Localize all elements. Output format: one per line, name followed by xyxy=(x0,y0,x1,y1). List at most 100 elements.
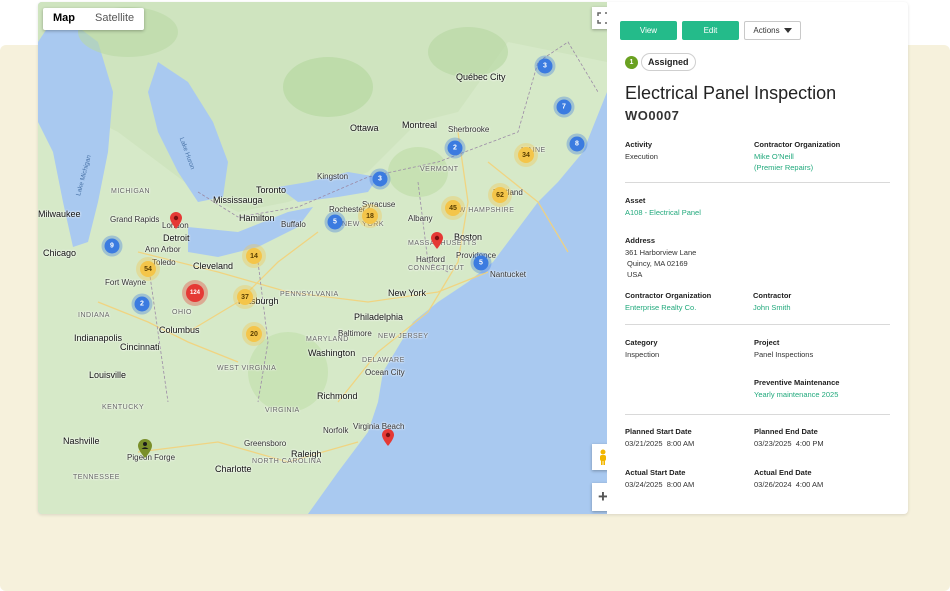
category-label: Category xyxy=(625,338,658,347)
map-label-ann-arbor: Ann Arbor xyxy=(145,245,181,254)
map-cluster[interactable]: 5 xyxy=(327,214,343,230)
map-label-connecticut: CONNECTICUT xyxy=(408,265,465,272)
actions-label: Actions xyxy=(753,26,780,35)
map-cluster[interactable]: 9 xyxy=(104,238,120,254)
activity-value: Execution xyxy=(625,152,658,161)
map-label-nashville: Nashville xyxy=(63,436,100,446)
map-label-new-jersey: NEW JERSEY xyxy=(378,333,429,340)
map-cluster[interactable]: 3 xyxy=(537,58,553,74)
map-cluster[interactable]: 8 xyxy=(569,136,585,152)
map-label-washington: Washington xyxy=(308,348,356,358)
map-cluster[interactable]: 2 xyxy=(134,296,150,312)
contractor-org-label: Contractor Organization xyxy=(625,291,712,300)
fullscreen-button[interactable] xyxy=(592,7,607,29)
map-label-new-york-state: NEW YORK xyxy=(342,221,384,228)
preventive-maintenance-link[interactable]: Yearly maintenance 2025 xyxy=(754,389,839,400)
work-order-details-panel: View Edit Actions 1 Assigned Electrical … xyxy=(607,2,908,514)
map-type-satellite[interactable]: Satellite xyxy=(85,8,144,30)
map-cluster[interactable]: 62 xyxy=(492,187,508,203)
map-label-virginia: VIRGINIA xyxy=(265,407,300,414)
contractor-link[interactable]: John Smith xyxy=(753,302,791,313)
street-view-button[interactable] xyxy=(592,444,607,470)
map-label-vermont: VERMONT xyxy=(420,166,459,173)
map-label-buffalo: Buffalo xyxy=(281,220,306,229)
address-field: Address 361 Harborview Lane Quincy, MA 0… xyxy=(625,235,696,280)
pegman-icon xyxy=(600,449,606,465)
map-cluster[interactable]: 14 xyxy=(246,248,262,264)
map-pin-icon[interactable] xyxy=(382,429,394,446)
map-label-delaware: DELAWARE xyxy=(362,357,405,364)
map-label-hamilton: Hamilton xyxy=(239,213,275,223)
contractor-org-top-company[interactable]: (Premier Repairs) xyxy=(754,162,840,173)
preventive-maintenance-field: Preventive Maintenance Yearly maintenanc… xyxy=(754,377,839,400)
divider xyxy=(625,324,890,325)
map-cluster[interactable]: 2 xyxy=(447,140,463,156)
map-pin-icon[interactable] xyxy=(170,212,182,229)
map-label-mississauga: Mississauga xyxy=(213,195,263,205)
map-label-nantucket: Nantucket xyxy=(490,270,527,279)
map-cluster[interactable]: 45 xyxy=(445,200,461,216)
contractor-org-top-link[interactable]: Mike O'Neill xyxy=(754,151,840,162)
map-label-albany: Albany xyxy=(408,214,433,223)
actual-start-field: Actual Start Date 03/24/2025 8:00 AM xyxy=(625,467,694,490)
view-button[interactable]: View xyxy=(620,21,677,40)
work-order-title: Electrical Panel Inspection xyxy=(625,83,837,103)
asset-field: Asset A108 - Electrical Panel xyxy=(625,195,701,218)
map-label-north-carolina: NORTH CAROLINA xyxy=(252,458,322,465)
map-pin-icon[interactable] xyxy=(431,232,443,249)
address-label: Address xyxy=(625,236,656,245)
planned-start-value: 03/21/2025 8:00 AM xyxy=(625,439,695,448)
map-cluster[interactable]: 54 xyxy=(140,261,156,277)
details-toolbar: View Edit Actions xyxy=(620,21,801,40)
map-label-new-york: New York xyxy=(388,288,427,298)
map-label-virginia-beach: Virginia Beach xyxy=(353,422,405,431)
activity-label: Activity xyxy=(625,140,653,149)
planned-end-field: Planned End Date 03/23/2025 4:00 PM xyxy=(754,426,824,449)
map-label-milwaukee: Milwaukee xyxy=(38,209,81,219)
map-label-montreal: Montreal xyxy=(402,120,438,130)
person-pin-icon[interactable] xyxy=(138,439,152,458)
map-label-maryland: MARYLAND xyxy=(306,336,349,343)
project-field: Project Panel Inspections xyxy=(754,337,813,360)
contractor-label: Contractor xyxy=(753,291,792,300)
map-label-cincinnati: Cincinnati xyxy=(120,342,160,352)
planned-start-label: Planned Start Date xyxy=(625,427,692,436)
asset-link[interactable]: A108 - Electrical Panel xyxy=(625,207,701,218)
map-cluster[interactable]: 3 xyxy=(372,171,388,187)
map-cluster[interactable]: 37 xyxy=(237,289,253,305)
contractor-org-link[interactable]: Enterprise Realty Co. xyxy=(625,302,711,313)
map-cluster[interactable]: 18 xyxy=(362,208,378,224)
map-type-toggle: Map Satellite xyxy=(43,8,145,30)
map-base-layer xyxy=(38,2,607,514)
activity-field: Activity Execution xyxy=(625,139,658,162)
map-label-indianapolis: Indianapolis xyxy=(74,333,123,343)
edit-button[interactable]: Edit xyxy=(682,21,739,40)
contractor-org-top-label: Contractor Organization xyxy=(754,140,841,149)
map-label-indiana: INDIANA xyxy=(78,312,110,319)
map-cluster[interactable]: 20 xyxy=(246,326,262,342)
map-label-detroit: Detroit xyxy=(163,233,190,243)
divider xyxy=(625,182,890,183)
map-label-west-virginia: WEST VIRGINIA xyxy=(217,365,277,372)
preventive-maintenance-label: Preventive Maintenance xyxy=(754,378,840,387)
map-cluster[interactable]: 124 xyxy=(186,284,204,302)
fullscreen-icon xyxy=(597,12,607,24)
map-label-chicago: Chicago xyxy=(43,248,77,258)
project-value: Panel Inspections xyxy=(754,350,814,359)
actual-start-label: Actual Start Date xyxy=(625,468,686,477)
map-type-map[interactable]: Map xyxy=(43,8,85,30)
map-view[interactable]: Québec City Ottawa Montreal Sherbrooke T… xyxy=(38,2,607,514)
map-cluster[interactable]: 7 xyxy=(556,99,572,115)
category-field: Category Inspection xyxy=(625,337,659,360)
map-cluster[interactable]: 5 xyxy=(473,255,489,271)
map-label-louisville: Louisville xyxy=(89,370,127,380)
map-label-tennessee: TENNESSEE xyxy=(73,474,120,481)
map-label-norfolk: Norfolk xyxy=(323,426,349,435)
zoom-in-button[interactable]: + xyxy=(592,483,607,511)
divider xyxy=(625,414,890,415)
map-cluster[interactable]: 34 xyxy=(518,147,534,163)
contractor-org-field: Contractor Organization Enterprise Realt… xyxy=(625,290,711,313)
address-line3: USA xyxy=(627,270,643,279)
actions-dropdown[interactable]: Actions xyxy=(744,21,801,40)
map-label-richmond: Richmond xyxy=(317,391,358,401)
